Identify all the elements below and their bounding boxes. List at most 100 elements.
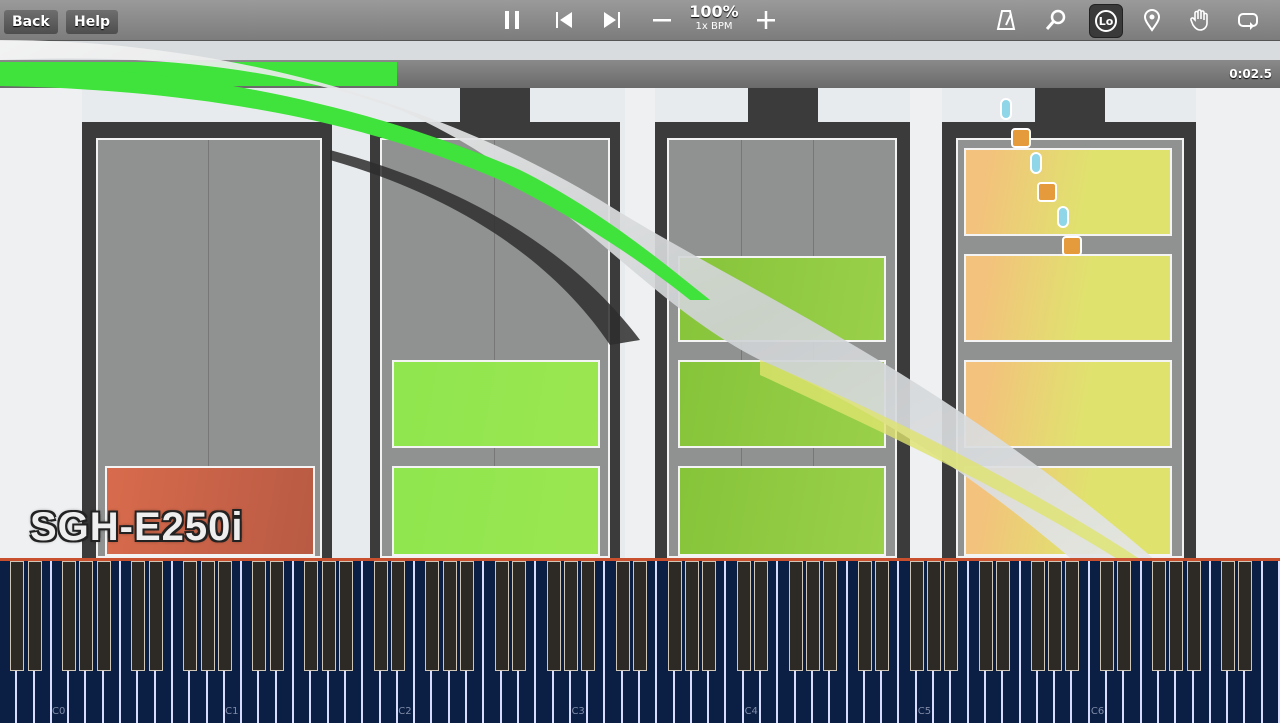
black-key[interactable] (1030, 561, 1045, 671)
black-key[interactable] (702, 561, 717, 671)
black-key[interactable] (442, 561, 457, 671)
black-key[interactable] (425, 561, 440, 671)
white-key[interactable] (1262, 561, 1280, 723)
black-key[interactable] (823, 561, 838, 671)
black-key[interactable] (183, 561, 198, 671)
top-toolbar: Back Help 100% 1x BPM Lo (0, 0, 1280, 41)
pause-button[interactable] (496, 4, 528, 36)
loop-icon: Lo (1095, 10, 1117, 32)
roll-margin (1196, 88, 1280, 558)
black-key[interactable] (460, 561, 475, 671)
lane-separator (910, 88, 942, 558)
black-key[interactable] (736, 561, 751, 671)
black-key[interactable] (79, 561, 94, 671)
zoom-value: 100% (689, 2, 739, 21)
black-key[interactable] (200, 561, 215, 671)
black-key[interactable] (148, 561, 163, 671)
location-pin-icon (1143, 9, 1161, 32)
help-button[interactable]: Help (66, 10, 119, 34)
black-key[interactable] (494, 561, 509, 671)
octave-label: C4 (744, 706, 758, 717)
black-key[interactable] (338, 561, 353, 671)
black-key[interactable] (875, 561, 890, 671)
zoom-out-button[interactable] (646, 4, 678, 36)
octave-label: C2 (398, 706, 412, 717)
octave-label: C5 (917, 706, 932, 717)
note-roll (0, 88, 1280, 558)
next-button[interactable] (596, 4, 628, 36)
location-button[interactable] (1136, 4, 1168, 36)
black-key[interactable] (996, 561, 1011, 671)
black-key[interactable] (805, 561, 820, 671)
black-key[interactable] (978, 561, 993, 671)
black-key[interactable] (27, 561, 42, 671)
metronome-icon (996, 10, 1016, 30)
black-key[interactable] (1100, 561, 1115, 671)
black-key[interactable] (1117, 561, 1132, 671)
black-key[interactable] (1221, 561, 1236, 671)
black-key[interactable] (390, 561, 405, 671)
back-button[interactable]: Back (4, 10, 58, 34)
black-key[interactable] (511, 561, 526, 671)
black-key[interactable] (546, 561, 561, 671)
black-key[interactable] (633, 561, 647, 671)
small-note (1011, 128, 1031, 148)
search-button[interactable] (1040, 4, 1072, 36)
timeline-bar[interactable]: 0:00.6 0:02.5 (0, 60, 1280, 88)
black-key[interactable] (1065, 561, 1080, 671)
black-key[interactable] (754, 561, 769, 671)
prev-icon (556, 12, 572, 28)
metronome-button[interactable] (990, 4, 1022, 36)
repeat-button[interactable] (1232, 4, 1264, 36)
hand-icon (1190, 9, 1208, 31)
black-key[interactable] (96, 561, 111, 671)
search-icon (1045, 9, 1066, 30)
note-block (678, 256, 886, 342)
black-key[interactable] (615, 561, 630, 671)
black-key[interactable] (563, 561, 578, 671)
zoom-readout: 100% 1x BPM (688, 3, 740, 37)
black-key[interactable] (927, 561, 942, 671)
note-block (964, 466, 1172, 556)
black-key[interactable] (1238, 561, 1253, 671)
progress-fill (0, 62, 397, 86)
roll-margin (0, 88, 82, 558)
black-key[interactable] (131, 561, 146, 671)
octave-label: C0 (52, 706, 66, 717)
black-key[interactable] (10, 561, 25, 671)
black-key[interactable] (321, 561, 336, 671)
black-key[interactable] (62, 561, 77, 671)
black-key[interactable] (909, 561, 924, 671)
current-time: 0:00.6 (4, 67, 47, 81)
piano-keyboard[interactable] (0, 558, 1280, 723)
black-key[interactable] (857, 561, 872, 671)
zoom-in-button[interactable] (750, 4, 782, 36)
note-block (392, 466, 600, 556)
octave-label: C6 (1090, 706, 1105, 717)
lane-separator (625, 88, 655, 558)
minus-icon (653, 19, 671, 22)
black-key[interactable] (1151, 561, 1166, 671)
black-key[interactable] (944, 561, 959, 671)
black-key[interactable] (1048, 561, 1063, 671)
black-key[interactable] (1186, 561, 1201, 671)
black-key[interactable] (1169, 561, 1184, 671)
black-key[interactable] (788, 561, 803, 671)
black-key[interactable] (667, 561, 682, 671)
previous-button[interactable] (548, 4, 580, 36)
loop-toggle[interactable]: Lo (1089, 4, 1123, 38)
hand-button[interactable] (1184, 4, 1216, 36)
black-key[interactable] (581, 561, 596, 671)
next-icon (604, 12, 620, 28)
small-note (1030, 152, 1042, 174)
black-key[interactable] (252, 561, 267, 671)
black-key[interactable] (269, 561, 284, 671)
note-block (392, 360, 600, 448)
small-note (1000, 98, 1012, 120)
black-key[interactable] (684, 561, 699, 671)
black-key[interactable] (373, 561, 388, 671)
black-key[interactable] (304, 561, 319, 671)
black-key[interactable] (217, 561, 232, 671)
total-time: 0:02.5 (1229, 67, 1272, 81)
octave-label: C3 (571, 706, 585, 717)
